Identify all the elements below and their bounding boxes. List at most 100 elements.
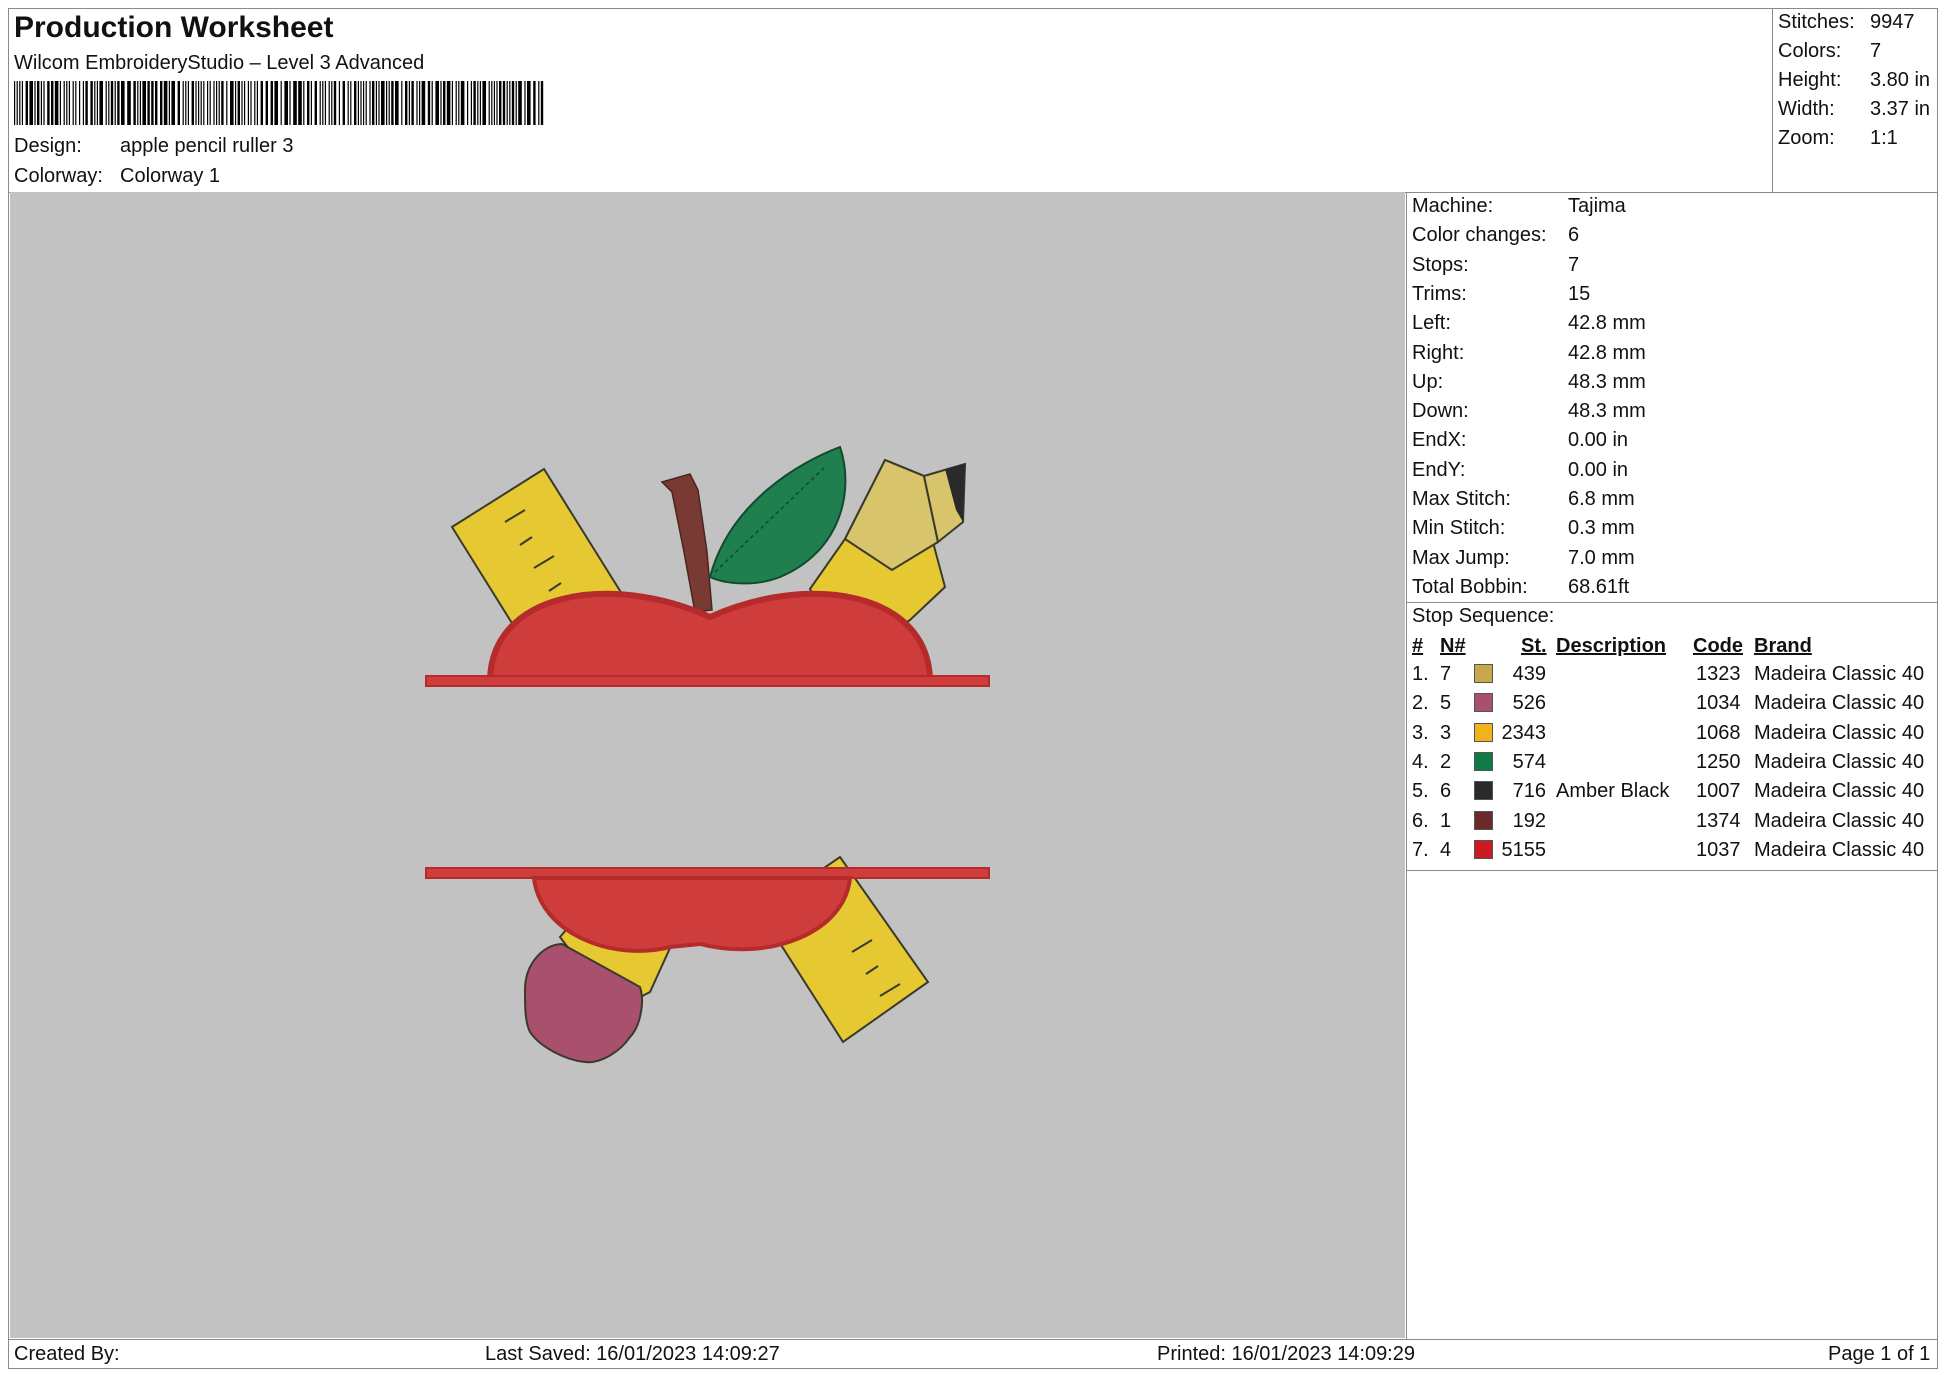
summary-label-stitches: Stitches: xyxy=(1778,11,1855,33)
summary-value-width: 3.37 in xyxy=(1870,98,1931,120)
stop-row-needle: 4 xyxy=(1440,838,1452,861)
info-divider xyxy=(1406,602,1938,603)
stop-row-color-swatch xyxy=(1474,839,1493,859)
summary-value-colors: 7 xyxy=(1870,40,1882,62)
stop-row-color-swatch xyxy=(1474,751,1493,771)
stop-row-needle: 2 xyxy=(1440,750,1452,773)
design-label: Design: xyxy=(14,135,82,157)
stop-row-stitches: 439 xyxy=(1512,663,1546,685)
info-label-down: Down: xyxy=(1412,400,1469,423)
leaf xyxy=(708,445,847,585)
stop-row-num: 6. xyxy=(1412,809,1429,832)
summary-value-height: 3.80 in xyxy=(1870,69,1931,91)
embroidery-design xyxy=(425,445,990,1064)
stop-row-description: Amber Black xyxy=(1556,780,1670,803)
barcode xyxy=(14,81,544,125)
stop-row-brand: Madeira Classic 40 xyxy=(1754,721,1925,744)
last-saved: Last Saved: 16/01/2023 14:09:27 xyxy=(485,1343,780,1365)
info-value-stops: 7 xyxy=(1568,253,1580,276)
stop-row-stitches: 192 xyxy=(1512,809,1546,832)
col-header-n: N# xyxy=(1440,635,1466,657)
info-label-left: Left: xyxy=(1412,312,1451,335)
stop-sequence-title: Stop Sequence: xyxy=(1412,605,1555,627)
stop-row-code: 1068 xyxy=(1696,721,1741,744)
summary-label-zoom: Zoom: xyxy=(1778,127,1835,149)
info-value-left: 42.8 mm xyxy=(1568,312,1646,335)
page-number: Page 1 of 1 xyxy=(1828,1343,1931,1365)
info-value-max-stitch: 6.8 mm xyxy=(1568,488,1635,510)
summary-divider xyxy=(1772,8,1773,192)
colorway-value: Colorway 1 xyxy=(120,165,221,187)
stop-row-stitches: 5155 xyxy=(1501,838,1547,861)
col-header-code: Code xyxy=(1693,635,1743,657)
stop-divider xyxy=(1406,870,1938,871)
info-value-min-stitch: 0.3 mm xyxy=(1568,517,1635,540)
info-label-endx: EndX: xyxy=(1412,429,1467,452)
info-value-color-changes: 6 xyxy=(1568,224,1580,247)
stop-row-color-swatch xyxy=(1474,810,1493,830)
stop-row-code: 1374 xyxy=(1696,809,1741,832)
stop-row-color-swatch xyxy=(1474,693,1493,713)
info-label-endy: EndY: xyxy=(1412,458,1466,481)
col-header-brand: Brand xyxy=(1754,635,1812,657)
stop-row-brand: Madeira Classic 40 xyxy=(1754,780,1925,803)
stop-row-needle: 1 xyxy=(1440,809,1452,832)
stop-row-color-swatch xyxy=(1474,781,1493,801)
stop-row-color-swatch xyxy=(1474,722,1493,742)
info-label-right: Right: xyxy=(1412,341,1465,364)
stop-row-stitches: 574 xyxy=(1512,750,1546,773)
info-value-right: 42.8 mm xyxy=(1568,341,1646,364)
info-value-machine: Tajima xyxy=(1568,195,1626,217)
page-title: Production Worksheet xyxy=(14,11,334,44)
stop-row-code: 1007 xyxy=(1696,780,1741,803)
stop-row-code: 1034 xyxy=(1696,692,1741,715)
info-label-max-jump: Max Jump: xyxy=(1412,546,1510,569)
info-label-up: Up: xyxy=(1412,370,1444,393)
stop-row-num: 5. xyxy=(1412,780,1429,803)
info-value-endy: 0.00 in xyxy=(1568,458,1629,481)
preview-divider xyxy=(1406,192,1407,1339)
stop-row-brand: Madeira Classic 40 xyxy=(1754,838,1925,861)
split-bar-top xyxy=(425,675,990,687)
stop-row-needle: 5 xyxy=(1440,692,1452,715)
stop-row-code: 1250 xyxy=(1696,750,1741,773)
col-header-description: Description xyxy=(1556,635,1667,657)
summary-value-stitches: 9947 xyxy=(1870,11,1915,33)
info-value-down: 48.3 mm xyxy=(1568,400,1646,423)
stop-row-num: 7. xyxy=(1412,838,1429,861)
info-value-max-jump: 7.0 mm xyxy=(1568,546,1635,569)
info-value-endx: 0.00 in xyxy=(1568,429,1629,452)
stop-row-code: 1037 xyxy=(1696,838,1741,861)
stop-row-brand: Madeira Classic 40 xyxy=(1754,692,1925,715)
stop-row-brand: Madeira Classic 40 xyxy=(1754,663,1925,685)
info-label-trims: Trims: xyxy=(1412,282,1467,305)
stop-row-brand: Madeira Classic 40 xyxy=(1754,809,1925,832)
info-label-stops: Stops: xyxy=(1412,253,1469,276)
info-value-total-bobbin: 68.61ft xyxy=(1568,575,1630,598)
colorway-label: Colorway: xyxy=(14,165,103,187)
stop-row-num: 1. xyxy=(1412,663,1429,685)
summary-label-width: Width: xyxy=(1778,98,1835,120)
summary-label-height: Height: xyxy=(1778,69,1842,91)
info-label-min-stitch: Min Stitch: xyxy=(1412,517,1506,540)
stop-row-needle: 6 xyxy=(1440,780,1452,803)
design-preview xyxy=(10,192,1405,1338)
stop-row-needle: 7 xyxy=(1440,663,1452,685)
stop-row-code: 1323 xyxy=(1696,663,1741,685)
stop-row-stitches: 716 xyxy=(1512,780,1546,803)
stop-row-stitches: 526 xyxy=(1512,692,1546,715)
summary-value-zoom: 1:1 xyxy=(1870,127,1898,149)
stop-row-brand: Madeira Classic 40 xyxy=(1754,750,1925,773)
col-header-st: St. xyxy=(1521,635,1547,657)
footer-divider xyxy=(8,1339,1938,1340)
summary-label-colors: Colors: xyxy=(1778,40,1842,62)
info-value-up: 48.3 mm xyxy=(1568,370,1646,393)
info-label-machine: Machine: xyxy=(1412,195,1494,217)
stop-row-color-swatch xyxy=(1474,664,1493,683)
stop-row-num: 2. xyxy=(1412,692,1429,715)
stop-row-needle: 3 xyxy=(1440,721,1452,744)
info-label-total-bobbin: Total Bobbin: xyxy=(1412,575,1528,598)
printed-date: Printed: 16/01/2023 14:09:29 xyxy=(1157,1343,1415,1365)
info-value-trims: 15 xyxy=(1568,282,1591,305)
stop-row-stitches: 2343 xyxy=(1501,721,1547,744)
